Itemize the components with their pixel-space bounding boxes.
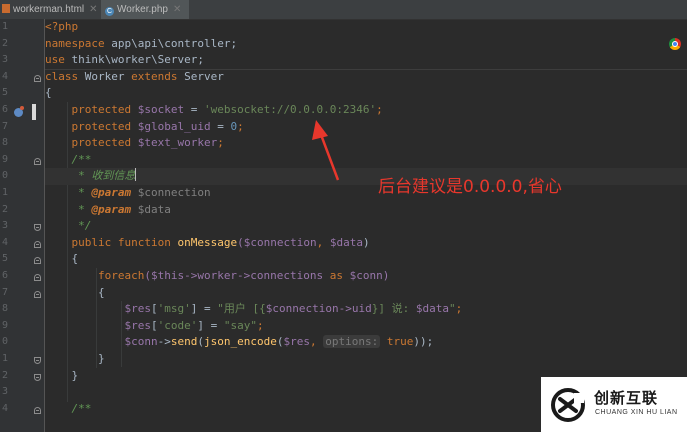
close-icon[interactable]: ✕ — [173, 4, 181, 15]
bookmark-marker-icon — [32, 104, 36, 120]
watermark-title: 创新互联 — [594, 389, 659, 407]
code-editor[interactable]: <?php namespace app\api\controller; use … — [45, 19, 687, 432]
chrome-browser-icon[interactable] — [669, 38, 681, 50]
watermark: 创新互联 CHUANG XIN HU LIAN — [541, 377, 687, 432]
line-number: 6 — [2, 270, 9, 281]
line-number: 0 — [2, 336, 9, 347]
code-line: } — [71, 368, 79, 382]
line-number: 9 — [2, 154, 9, 165]
code-line: * @param $data — [78, 202, 171, 216]
line-number-gutter[interactable]: 1 2 3 4 5 6 7 8 9 0 1 2 3 4 5 6 7 8 9 0 … — [0, 19, 45, 432]
parameter-hint: options: — [323, 335, 381, 349]
code-line: /** — [71, 152, 92, 166]
line-number: 2 — [2, 370, 9, 381]
fold-marker-icon[interactable] — [34, 257, 41, 264]
chuangxin-logo-icon — [551, 388, 585, 422]
fold-marker-icon[interactable] — [34, 224, 41, 231]
line-number: 2 — [2, 204, 9, 215]
code-line: * @param $connection — [78, 186, 211, 199]
line-number: 6 — [2, 104, 9, 115]
code-line: $conn->send(json_encode($res, options: t… — [124, 335, 434, 349]
code-line: protected $socket = 'websocket://0.0.0.0… — [71, 103, 383, 116]
code-line-current: * 收到信息 — [45, 168, 687, 185]
fold-marker-icon[interactable] — [34, 274, 41, 281]
line-number: 2 — [2, 38, 9, 49]
code-line: */ — [71, 219, 92, 233]
line-number: 7 — [2, 287, 9, 298]
watermark-subtitle: CHUANG XIN HU LIAN — [595, 409, 678, 416]
tab-worker-php[interactable]: C Worker.php ✕ — [101, 0, 189, 19]
code-line: protected $text_worker; — [71, 136, 224, 150]
code-line: { — [71, 252, 79, 266]
tab-label: workerman.html — [13, 4, 85, 15]
tab-workerman-html[interactable]: workerman.html ✕ — [0, 0, 102, 19]
code-line: protected $global_uid = 0; — [71, 119, 244, 133]
line-number: 3 — [2, 54, 9, 65]
code-line: foreach($this->worker->connections as $c… — [97, 269, 390, 282]
fold-marker-icon[interactable] — [34, 291, 41, 298]
php-class-icon: C — [105, 7, 114, 16]
line-number: 0 — [2, 170, 9, 181]
tab-label: Worker.php — [117, 4, 168, 15]
fold-marker-icon[interactable] — [34, 158, 41, 165]
fold-marker-icon[interactable] — [34, 374, 41, 381]
line-number: 4 — [2, 403, 9, 414]
code-line: <?php — [45, 20, 79, 33]
line-number: 5 — [2, 87, 9, 98]
code-line: $res['code'] = "say"; — [124, 318, 264, 332]
html-file-icon — [2, 4, 10, 13]
code-line: { — [97, 285, 105, 299]
text-caret — [135, 168, 137, 182]
override-method-icon[interactable] — [14, 106, 24, 117]
line-number: 3 — [2, 386, 9, 397]
line-number: 7 — [2, 121, 9, 132]
code-line: class Worker extends Server — [45, 69, 224, 83]
fold-marker-icon[interactable] — [34, 407, 41, 414]
code-line: $res['msg'] = "用户 [{$connection->uid}] 说… — [124, 302, 463, 316]
fold-marker-icon[interactable] — [34, 357, 41, 364]
annotation-text: 后台建议是0.0.0.0,省心 — [378, 177, 562, 197]
fold-marker-icon[interactable] — [34, 241, 41, 248]
fold-marker-icon[interactable] — [34, 75, 41, 82]
line-number: 5 — [2, 253, 9, 264]
line-number: 4 — [2, 237, 9, 248]
code-line: /** — [71, 401, 92, 415]
line-number: 4 — [2, 71, 9, 82]
code-line: public function onMessage($connection, $… — [71, 235, 370, 249]
line-number: 3 — [2, 220, 9, 231]
editor-tab-bar: workerman.html ✕ C Worker.php ✕ — [0, 0, 687, 20]
code-line: use think\worker\Server; — [45, 53, 204, 67]
line-number: 8 — [2, 137, 9, 148]
line-number: 1 — [2, 353, 9, 364]
close-icon[interactable]: ✕ — [89, 4, 97, 15]
code-line: } — [97, 352, 105, 365]
code-line: namespace app\api\controller; — [45, 36, 238, 50]
line-number: 1 — [2, 21, 9, 32]
line-number: 8 — [2, 303, 9, 314]
code-line: { — [45, 86, 52, 100]
line-number: 9 — [2, 320, 9, 331]
line-number: 1 — [2, 187, 9, 198]
